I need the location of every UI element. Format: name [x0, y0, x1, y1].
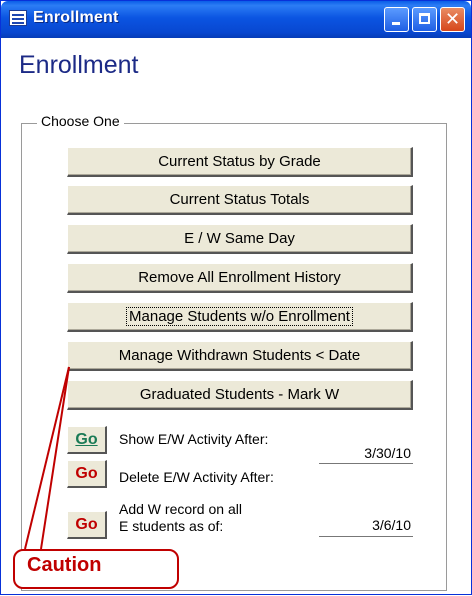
manage-students-without-enrollment-button[interactable]: Manage Students w/o Enrollment	[67, 302, 413, 332]
add-w-record-field-underline	[319, 536, 413, 537]
manage-withdrawn-students-button[interactable]: Manage Withdrawn Students < Date	[67, 341, 413, 371]
delete-activity-label: Delete E/W Activity After:	[119, 469, 274, 485]
enrollment-window: Enrollment ✕ Enrollment Choose One Curre…	[0, 0, 472, 595]
minimize-icon	[392, 22, 400, 25]
go-add-w-record-button[interactable]: Go	[67, 511, 107, 539]
button-label: Current Status Totals	[169, 191, 310, 208]
button-label: Manage Students w/o Enrollment	[126, 307, 353, 326]
group-label: Choose One	[37, 113, 124, 129]
go-delete-activity-button[interactable]: Go	[67, 460, 107, 488]
form-heading: Enrollment	[19, 51, 139, 79]
add-w-record-date-field[interactable]: 3/6/10	[331, 517, 411, 533]
ew-same-day-button[interactable]: E / W Same Day	[67, 224, 413, 254]
button-label: E / W Same Day	[184, 230, 295, 247]
form-icon	[9, 10, 27, 26]
add-w-record-label-line2: E students as of:	[119, 518, 224, 534]
window-title: Enrollment	[33, 9, 119, 26]
button-label: Remove All Enrollment History	[138, 269, 341, 286]
current-status-totals-button[interactable]: Current Status Totals	[67, 185, 413, 215]
maximize-button[interactable]	[412, 7, 437, 32]
button-label: Manage Withdrawn Students < Date	[118, 347, 361, 364]
graduated-students-mark-w-button[interactable]: Graduated Students - Mark W	[67, 380, 413, 410]
remove-enrollment-history-button[interactable]: Remove All Enrollment History	[67, 263, 413, 293]
current-status-by-grade-button[interactable]: Current Status by Grade	[67, 147, 413, 177]
show-activity-label: Show E/W Activity After:	[119, 431, 269, 447]
show-activity-date-field[interactable]: 3/30/10	[331, 445, 411, 461]
minimize-button[interactable]	[384, 7, 409, 32]
button-label: Graduated Students - Mark W	[139, 386, 340, 403]
go-show-activity-button[interactable]: Go	[67, 426, 107, 454]
button-label: Current Status by Grade	[158, 153, 321, 170]
close-icon: ✕	[444, 9, 461, 30]
title-bar[interactable]: Enrollment ✕	[1, 1, 471, 38]
show-activity-field-underline	[319, 463, 413, 464]
caution-callout-text: Caution	[27, 554, 102, 576]
close-button[interactable]: ✕	[440, 7, 465, 32]
maximize-icon	[419, 13, 430, 24]
add-w-record-label-line1: Add W record on all	[119, 501, 242, 517]
